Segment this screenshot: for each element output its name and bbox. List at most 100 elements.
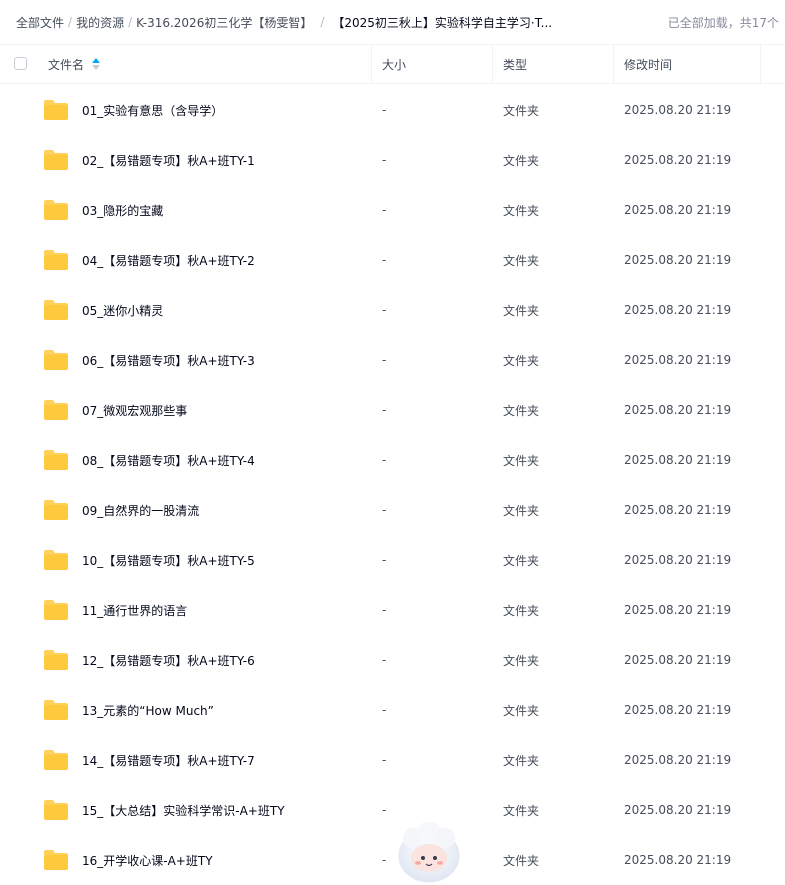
file-name[interactable]: 16_开学收心课-A+班TY (82, 835, 213, 885)
file-name[interactable]: 04_【易错题专项】秋A+班TY-2 (82, 235, 255, 285)
file-type: 文件夹 (503, 803, 540, 818)
column-divider[interactable] (492, 45, 493, 83)
file-size: - (382, 753, 387, 767)
folder-icon (44, 700, 68, 720)
file-size: - (382, 803, 387, 817)
file-name[interactable]: 06_【易错题专项】秋A+班TY-3 (82, 335, 255, 385)
select-all-checkbox[interactable] (14, 57, 27, 70)
breadcrumb-separator: / (128, 15, 133, 29)
file-size: - (382, 403, 387, 417)
breadcrumb-item-all-files[interactable]: 全部文件 (16, 14, 64, 31)
file-name[interactable]: 10_【易错题专项】秋A+班TY-5 (82, 535, 255, 585)
table-row[interactable]: 10_【易错题专项】秋A+班TY-5 - 文件夹 2025.08.20 21:19 (0, 535, 785, 585)
table-row[interactable]: 14_【易错题专项】秋A+班TY-7 - 文件夹 2025.08.20 21:19 (0, 735, 785, 785)
file-type: 文件夹 (503, 753, 540, 768)
table-row[interactable]: 04_【易错题专项】秋A+班TY-2 - 文件夹 2025.08.20 21:19 (0, 235, 785, 285)
file-name[interactable]: 11_通行世界的语言 (82, 585, 187, 635)
table-row[interactable]: 07_微观宏观那些事 - 文件夹 2025.08.20 21:19 (0, 385, 785, 435)
breadcrumb-item-my-resources[interactable]: 我的资源 (76, 14, 124, 31)
file-name[interactable]: 12_【易错题专项】秋A+班TY-6 (82, 635, 255, 685)
file-type: 文件夹 (503, 653, 540, 668)
file-modified-time: 2025.08.20 21:19 (624, 503, 732, 517)
breadcrumb-item-current: 【2025初三秋上】实验科学自主学习·T... (332, 15, 553, 30)
file-modified-time: 2025.08.20 21:19 (624, 653, 732, 667)
file-size: - (382, 153, 387, 167)
folder-icon (44, 650, 68, 670)
file-type: 文件夹 (503, 253, 540, 268)
column-header-size[interactable]: 大小 (382, 45, 406, 83)
folder-icon (44, 400, 68, 420)
column-header-name-label: 文件名 (48, 57, 85, 72)
file-type: 文件夹 (503, 703, 540, 718)
column-divider[interactable] (760, 45, 761, 83)
folder-icon (44, 600, 68, 620)
file-type: 文件夹 (503, 203, 540, 218)
table-row[interactable]: 02_【易错题专项】秋A+班TY-1 - 文件夹 2025.08.20 21:19 (0, 135, 785, 185)
table-row[interactable]: 09_自然界的一股清流 - 文件夹 2025.08.20 21:19 (0, 485, 785, 535)
file-size: - (382, 703, 387, 717)
folder-icon (44, 100, 68, 120)
file-size: - (382, 353, 387, 367)
file-type: 文件夹 (503, 453, 540, 468)
file-modified-time: 2025.08.20 21:19 (624, 453, 732, 467)
column-header-size-label: 大小 (382, 57, 407, 72)
column-header-name[interactable]: 文件名 (48, 45, 101, 83)
file-size: - (382, 453, 387, 467)
table-row[interactable]: 11_通行世界的语言 - 文件夹 2025.08.20 21:19 (0, 585, 785, 635)
table-row[interactable]: 13_元素的“How Much” - 文件夹 2025.08.20 21:19 (0, 685, 785, 735)
file-name[interactable]: 02_【易错题专项】秋A+班TY-1 (82, 135, 255, 185)
folder-icon (44, 450, 68, 470)
file-modified-time: 2025.08.20 21:19 (624, 203, 732, 217)
table-row[interactable]: 05_迷你小精灵 - 文件夹 2025.08.20 21:19 (0, 285, 785, 335)
folder-icon (44, 550, 68, 570)
folder-icon (44, 500, 68, 520)
file-name[interactable]: 03_隐形的宝藏 (82, 185, 163, 235)
file-modified-time: 2025.08.20 21:19 (624, 403, 732, 417)
sort-ascending-icon[interactable] (92, 58, 101, 70)
breadcrumb-separator: / (320, 15, 325, 29)
column-header-type[interactable]: 类型 (503, 45, 527, 83)
table-row[interactable]: 03_隐形的宝藏 - 文件夹 2025.08.20 21:19 (0, 185, 785, 235)
column-header-mtime-label: 修改时间 (624, 57, 673, 72)
column-divider[interactable] (613, 45, 614, 83)
file-size: - (382, 303, 387, 317)
file-name[interactable]: 13_元素的“How Much” (82, 685, 214, 735)
file-modified-time: 2025.08.20 21:19 (624, 303, 732, 317)
file-size: - (382, 503, 387, 517)
table-row[interactable]: 08_【易错题专项】秋A+班TY-4 - 文件夹 2025.08.20 21:19 (0, 435, 785, 485)
folder-icon (44, 350, 68, 370)
folder-icon (44, 300, 68, 320)
folder-icon (44, 150, 68, 170)
file-modified-time: 2025.08.20 21:19 (624, 253, 732, 267)
breadcrumb-item-course[interactable]: K-316.2026初三化学【杨雯智】 (136, 14, 312, 31)
column-divider[interactable] (371, 45, 372, 83)
file-name[interactable]: 15_【大总结】实验科学常识-A+班TY (82, 785, 285, 835)
file-name[interactable]: 01_实验有意思（含导学） (82, 85, 223, 135)
folder-icon (44, 850, 68, 870)
file-size: - (382, 203, 387, 217)
file-name[interactable]: 09_自然界的一股清流 (82, 485, 199, 535)
folder-icon (44, 200, 68, 220)
table-header: 文件名 大小 类型 修改时间 (0, 44, 785, 84)
file-modified-time: 2025.08.20 21:19 (624, 153, 732, 167)
file-name[interactable]: 14_【易错题专项】秋A+班TY-7 (82, 735, 255, 785)
file-name[interactable]: 05_迷你小精灵 (82, 285, 163, 335)
column-header-mtime[interactable]: 修改时间 (624, 45, 672, 83)
folder-icon (44, 250, 68, 270)
file-size: - (382, 103, 387, 117)
table-row[interactable]: 12_【易错题专项】秋A+班TY-6 - 文件夹 2025.08.20 21:19 (0, 635, 785, 685)
file-size: - (382, 603, 387, 617)
file-list: 01_实验有意思（含导学） - 文件夹 2025.08.20 21:19 02_【易错题… (0, 85, 785, 885)
file-name[interactable]: 08_【易错题专项】秋A+班TY-4 (82, 435, 255, 485)
file-modified-time: 2025.08.20 21:19 (624, 853, 732, 867)
file-modified-time: 2025.08.20 21:19 (624, 103, 732, 117)
file-modified-time: 2025.08.20 21:19 (624, 553, 732, 567)
file-name[interactable]: 07_微观宏观那些事 (82, 385, 187, 435)
table-row[interactable]: 06_【易错题专项】秋A+班TY-3 - 文件夹 2025.08.20 21:19 (0, 335, 785, 385)
mascot-icon[interactable] (393, 822, 465, 883)
table-row[interactable]: 01_实验有意思（含导学） - 文件夹 2025.08.20 21:19 (0, 85, 785, 135)
load-status: 已全部加载，共17个 (667, 15, 779, 30)
column-header-type-label: 类型 (503, 57, 528, 72)
file-type: 文件夹 (503, 603, 540, 618)
folder-icon (44, 800, 68, 820)
